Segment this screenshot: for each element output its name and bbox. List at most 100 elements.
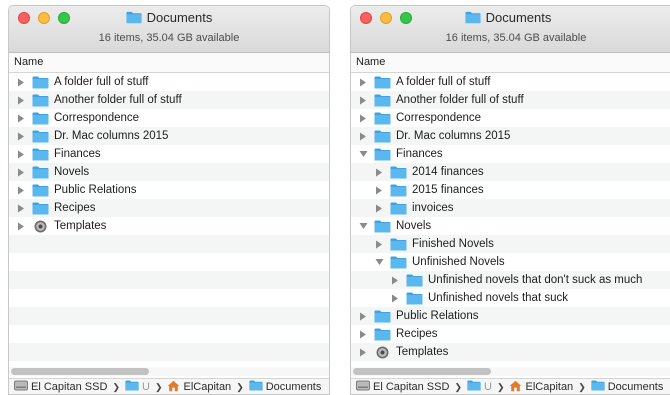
disclosure-triangle-icon[interactable] [374,239,384,249]
item-name: Another folder full of stuff [396,94,524,106]
list-item[interactable]: Recipes [351,325,670,343]
list-item[interactable]: Unfinished novels that don't suck as muc… [351,271,670,289]
column-header-name[interactable]: Name [356,56,385,68]
list-item[interactable]: Finished Novels [351,235,670,253]
disclosure-triangle-icon[interactable] [16,167,26,177]
scrollbar-thumb[interactable] [11,368,149,375]
list-item[interactable]: Finances [351,145,670,163]
list-item[interactable]: 2014 finances [351,163,670,181]
list-item[interactable]: Templates [9,217,329,235]
breadcrumb-item[interactable]: ElCapitan [167,380,231,395]
folder-icon [374,310,391,323]
breadcrumb-item[interactable]: El Capitan SSD [356,380,449,394]
disclosure-triangle-icon[interactable] [358,113,368,123]
disclosure-triangle-icon[interactable] [16,149,26,159]
column-header-name[interactable]: Name [14,56,43,68]
chevron-right-icon: ❯ [578,381,586,392]
list-item[interactable]: Correspondence [351,109,670,127]
file-list: A folder full of stuff Another folder ful… [351,73,670,367]
disclosure-triangle-icon[interactable] [16,221,26,231]
empty-row [9,307,329,325]
list-item[interactable]: Public Relations [351,307,670,325]
breadcrumb-item[interactable]: El Capitan SSD [14,380,107,394]
list-item[interactable]: Another folder full of stuff [9,91,329,109]
horizontal-scrollbar[interactable] [9,367,329,376]
item-name: Finances [54,148,101,160]
disclosure-triangle-icon[interactable] [358,347,368,357]
list-item[interactable]: Another folder full of stuff [351,91,670,109]
disclosure-triangle-icon[interactable] [390,293,400,303]
list-item[interactable]: Novels [351,217,670,235]
folder-icon [465,11,481,24]
path-bar: El Capitan SSD ❯ U ❯ ElCapitan ❯ Documents [351,378,670,395]
disclosure-triangle-icon[interactable] [390,275,400,285]
list-item[interactable]: Public Relations [9,181,329,199]
breadcrumb-item[interactable]: Documents [591,380,663,394]
chevron-right-icon: ❯ [154,381,163,392]
item-name: 2014 finances [412,166,484,178]
list-item[interactable]: Finances [9,145,329,163]
breadcrumb-item[interactable]: U [125,380,150,394]
disclosure-triangle-icon[interactable] [358,311,368,321]
disclosure-triangle-icon[interactable] [374,167,384,177]
item-name: Unfinished Novels [412,256,505,268]
folder-icon [374,328,391,341]
disclosure-triangle-icon[interactable] [358,77,368,87]
breadcrumb-item[interactable]: U [467,380,492,394]
disclosure-triangle-icon[interactable] [358,95,368,105]
breadcrumb-label: El Capitan SSD [31,381,108,393]
list-item[interactable]: A folder full of stuff [9,73,329,91]
scrollbar-thumb[interactable] [353,368,491,375]
list-item[interactable]: Dr. Mac columns 2015 [9,127,329,145]
disclosure-triangle-icon[interactable] [374,185,384,195]
folder-icon [126,11,142,24]
list-item[interactable]: Dr. Mac columns 2015 [351,127,670,145]
breadcrumb-item[interactable]: ElCapitan [509,380,573,395]
disclosure-triangle-expanded-icon[interactable] [358,221,368,231]
folder-icon [390,256,407,269]
folder-icon [32,184,49,197]
list-item[interactable]: Templates [351,343,670,361]
breadcrumb-item[interactable]: Documents [249,380,321,394]
horizontal-scrollbar[interactable] [351,367,670,376]
disclosure-triangle-expanded-icon[interactable] [374,257,384,267]
chevron-right-icon: ❯ [236,381,244,392]
disclosure-triangle-icon[interactable] [16,95,26,105]
disclosure-triangle-icon[interactable] [358,131,368,141]
finder-window-left: Documents 16 items, 35.04 GB available N… [8,5,330,395]
list-item[interactable]: Unfinished novels that suck [351,289,670,307]
home-icon [167,380,180,395]
list-header: Name [9,53,329,73]
item-name: Novels [396,220,432,232]
list-item[interactable]: Recipes [9,199,329,217]
disclosure-triangle-icon[interactable] [16,113,26,123]
folder-icon [32,166,49,179]
list-item[interactable]: 2015 finances [351,181,670,199]
window-title-text: Documents [485,10,552,25]
disclosure-triangle-icon[interactable] [16,131,26,141]
disclosure-triangle-icon[interactable] [16,203,26,213]
list-item[interactable]: Correspondence [9,109,329,127]
item-name: Finances [396,148,443,160]
chevron-right-icon: ❯ [454,381,462,392]
disk-icon [356,380,370,394]
empty-row [9,325,329,343]
title-bar[interactable]: Documents 16 items, 35.04 GB available [9,6,329,53]
list-item[interactable]: Novels [9,163,329,181]
title-bar[interactable]: Documents 16 items, 35.04 GB available [351,6,670,53]
finder-window-right: Documents 16 items, 35.04 GB available N… [350,5,670,395]
disclosure-triangle-icon[interactable] [16,185,26,195]
list-item[interactable]: A folder full of stuff [351,73,670,91]
folder-icon [374,130,391,143]
disclosure-triangle-icon[interactable] [358,329,368,339]
breadcrumb-label: ElCapitan [525,381,574,393]
disclosure-triangle-icon[interactable] [374,203,384,213]
item-name: Public Relations [54,184,137,196]
chevron-right-icon: ❯ [112,381,120,392]
disclosure-triangle-expanded-icon[interactable] [358,149,368,159]
disclosure-triangle-icon[interactable] [16,77,26,87]
status-text: 16 items, 35.04 GB available [445,32,587,44]
list-item[interactable]: invoices [351,199,670,217]
list-item[interactable]: Unfinished Novels [351,253,670,271]
item-name: Correspondence [396,112,482,124]
